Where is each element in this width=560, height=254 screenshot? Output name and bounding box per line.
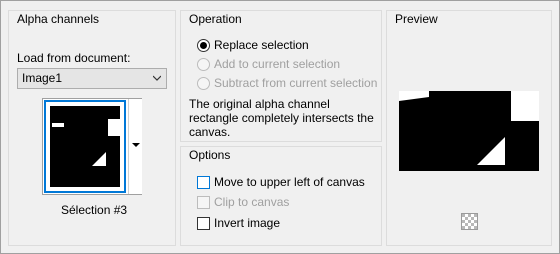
radio-add-selection: Add to current selection <box>197 57 340 71</box>
document-dropdown-value: Image1 <box>22 71 63 85</box>
preview-panel: Preview <box>386 10 552 246</box>
checkbox-label: Invert image <box>214 216 281 230</box>
checkerboard-icon[interactable] <box>461 213 478 230</box>
load-from-document-label: Load from document: <box>17 51 131 65</box>
radio-subtract-selection: Subtract from current selection <box>197 76 377 90</box>
radio-button <box>197 57 210 71</box>
channel-thumbnail-selected[interactable] <box>44 100 126 193</box>
options-panel: Options Move to upper left of canvas Cli… <box>180 146 382 246</box>
checkbox-label: Move to upper left of canvas <box>214 175 365 189</box>
radio-button <box>197 76 210 90</box>
document-dropdown[interactable]: Image1 <box>17 68 167 89</box>
operation-title: Operation <box>189 12 242 26</box>
operation-description: The original alpha channel rectangle com… <box>189 97 374 139</box>
check-move-upper-left[interactable]: Move to upper left of canvas <box>197 175 365 189</box>
check-invert-image[interactable]: Invert image <box>197 216 280 230</box>
checkbox[interactable] <box>197 175 210 189</box>
chevron-down-icon <box>153 75 161 81</box>
options-title: Options <box>189 148 231 162</box>
check-clip-to-canvas: Clip to canvas <box>197 195 289 209</box>
thumbnail-dropdown-button[interactable] <box>128 99 142 194</box>
checkerboard-pattern <box>462 214 477 229</box>
checkbox[interactable] <box>197 216 210 230</box>
alpha-channels-panel: Alpha channels Load from document: Image… <box>8 10 176 246</box>
preview-image <box>399 91 539 171</box>
channel-thumbnail-picker[interactable] <box>42 98 142 195</box>
operation-panel: Operation Replace selection Add to curre… <box>180 10 382 142</box>
checkbox <box>197 195 210 209</box>
radio-label: Replace selection <box>214 38 309 52</box>
radio-label: Add to current selection <box>214 57 341 71</box>
radio-button[interactable] <box>197 38 210 52</box>
channel-thumbnail-image <box>50 106 120 187</box>
radio-label: Subtract from current selection <box>214 76 378 90</box>
preview-title: Preview <box>395 12 438 26</box>
alpha-channels-title: Alpha channels <box>17 12 100 26</box>
radio-replace-selection[interactable]: Replace selection <box>197 38 309 52</box>
thumbnail-caption: Sélection #3 <box>61 203 128 217</box>
dropdown-arrow-icon <box>132 143 140 147</box>
checkbox-label: Clip to canvas <box>214 195 290 209</box>
